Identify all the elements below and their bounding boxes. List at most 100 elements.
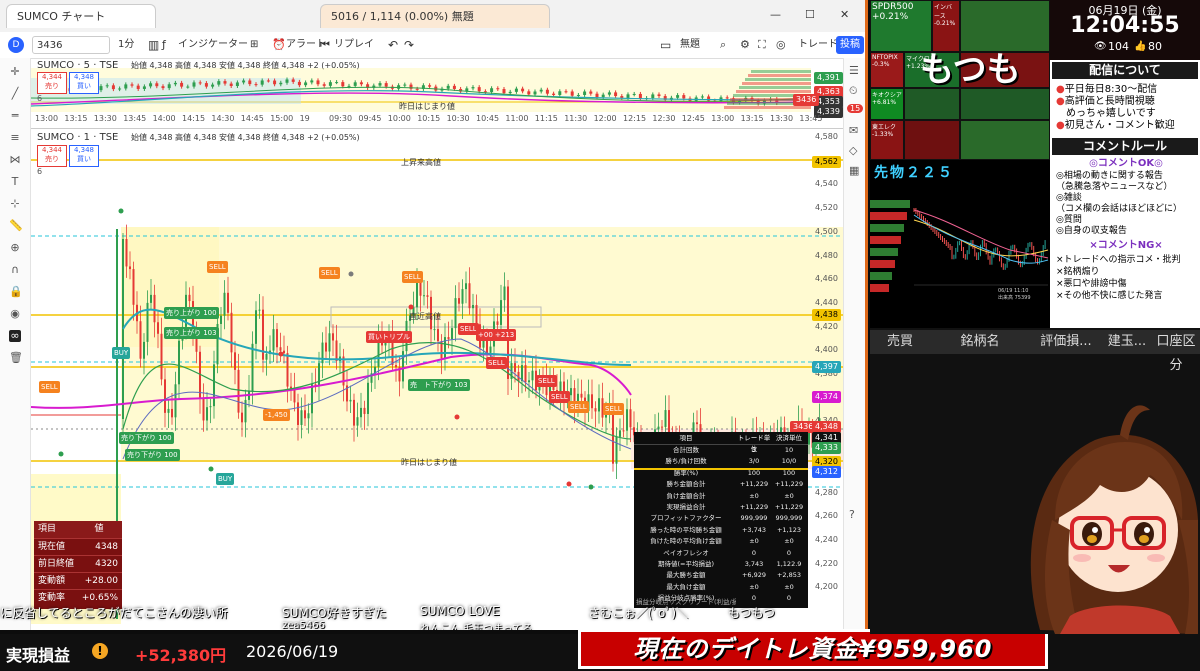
search-icon[interactable]: ⌕ (720, 32, 726, 58)
link-icon[interactable]: ∞ (9, 330, 21, 342)
horizontal-line-icon[interactable]: ═ (9, 110, 21, 122)
chart5-candle (607, 92, 611, 95)
minimize-button[interactable]: — (770, 8, 781, 21)
ng-line: ×その他不快に感じた発言 (1056, 291, 1163, 301)
chart1-candle (213, 364, 215, 407)
chart5-candle (651, 94, 655, 99)
maximize-button[interactable]: ☐ (805, 8, 815, 21)
chart5-time-tick: 19 (299, 114, 310, 123)
chart5-time-tick: 09:45 (358, 114, 382, 123)
chart1-candle (367, 382, 369, 414)
heatmap-cell-name: キオクシア (872, 92, 902, 99)
lock-icon[interactable]: 🔒 (9, 286, 23, 298)
chart1-candle (657, 426, 660, 430)
calendar-icon[interactable]: ▦ (849, 164, 859, 177)
tab-secondary[interactable]: 5016 / 1,114 (0.00%) 無題 (320, 4, 550, 28)
eye-icon[interactable]: ◉ (9, 308, 21, 320)
chart5-candle (471, 87, 475, 89)
positions-header[interactable]: 評価損... (1030, 330, 1103, 354)
trash-icon[interactable]: 🗑 (9, 352, 23, 364)
chart1-ohlc: 始値 4,348 高値 4,348 安値 4,348 終値 4,348 +2 (… (131, 133, 360, 142)
ruler-icon[interactable]: 📏 (9, 220, 23, 232)
chart1-candle (468, 283, 471, 309)
layout-name[interactable]: 無題 (680, 32, 700, 58)
chart1-sell-box[interactable]: 4,344 売り (37, 145, 67, 167)
nikkei-volume-bar (870, 284, 889, 292)
ideas-icon[interactable]: ◇ (849, 144, 857, 157)
chart5-candle (273, 80, 277, 85)
chart1-candle (174, 384, 177, 418)
stats-header-cell: 項目 (679, 434, 693, 442)
positions-header[interactable]: 口座区分 (1152, 330, 1200, 373)
chart5-sell-box[interactable]: 4,344 売り (37, 72, 67, 94)
chat-comment: さむこぉ／(ﾟoﾟ)＼ (588, 606, 689, 620)
chart1-candle (454, 298, 457, 329)
stats-cell: +3,743 (741, 525, 767, 534)
user-avatar[interactable]: D (8, 37, 24, 53)
fib-icon[interactable]: ≡ (9, 132, 21, 144)
chart1-buy-box[interactable]: 4,348 買い (69, 145, 99, 167)
chart5-candle (173, 82, 177, 85)
trendline-icon[interactable]: ╱ (9, 88, 21, 100)
chart5-candle (552, 93, 556, 95)
chart1-candle (171, 408, 173, 418)
stats-cell: 最大勝ち金額 (666, 571, 706, 580)
chart5-time-tick: 13:15 (64, 114, 88, 123)
redo-icon[interactable]: ↷ (404, 32, 414, 58)
templates-icon[interactable]: ⊞ (250, 32, 258, 58)
tab-chart[interactable]: SUMCO チャート (6, 4, 156, 28)
chart-toolbar: D 3436 1分 ▥ ƒ インジケーター ⊞ ⏰ アラート ⏮ リプレイ ↶ … (0, 32, 865, 59)
positions-header[interactable]: 建玉... (1102, 330, 1153, 354)
symbol-search-input[interactable]: 3436 (32, 36, 110, 54)
positions-header[interactable]: 売買 (870, 330, 931, 354)
crosshair-icon[interactable]: ✛ (9, 66, 21, 78)
replay-button[interactable]: リプレイ (334, 32, 374, 58)
chart5-candle (428, 85, 432, 87)
magnet-icon[interactable]: ∩ (9, 264, 21, 276)
heatmap-cell-name: インバース (934, 4, 953, 20)
chart-type-icon[interactable]: ▥ (148, 32, 159, 58)
text-icon[interactable]: T (9, 176, 21, 188)
close-button[interactable]: ✕ (840, 8, 849, 21)
positions-header[interactable]: 銘柄名 (930, 330, 1031, 354)
chart1-candle (696, 422, 698, 425)
chart5-candle (149, 83, 153, 87)
signal-minus: -1,450 (263, 409, 290, 421)
stats-cell: 3/0 (748, 457, 760, 466)
price-table-value: +28.00 (84, 576, 118, 586)
heatmap-cell: キオクシア +6.81% (870, 88, 904, 120)
price-table-row: 変動額 +28.00 (34, 572, 122, 590)
measure-icon[interactable]: ⊹ (9, 198, 21, 210)
alarm-clock-icon[interactable]: ⏲ (849, 84, 858, 98)
pattern-icon[interactable]: ⋈ (9, 154, 21, 166)
heatmap-cell (960, 120, 1050, 160)
chart1-candle (129, 266, 131, 270)
price-tag-high: 4,562 (812, 156, 841, 168)
chart1-candle (531, 370, 534, 381)
signal-up100: 売り上がり 100 (164, 307, 219, 319)
camera-icon[interactable]: ◎ (776, 32, 786, 58)
settings-icon[interactable]: ⚙ (740, 32, 750, 58)
stats-cell: ±0 (784, 582, 794, 591)
interval-dropdown[interactable]: 1分 (118, 32, 134, 58)
zoom-icon[interactable]: ⊕ (9, 242, 21, 254)
chart5-candle (186, 86, 190, 88)
layout-icon[interactable]: ▭ (660, 32, 671, 58)
chart1-candle (363, 407, 366, 414)
fullscreen-icon[interactable]: ⛶ (758, 32, 766, 58)
chart5-time-tick: 10:15 (417, 114, 441, 123)
undo-icon[interactable]: ↶ (388, 32, 398, 58)
chart5-buy-box[interactable]: 4,348 買い (69, 72, 99, 94)
trade-button[interactable]: トレード (798, 32, 838, 58)
help-icon[interactable]: ? (849, 508, 855, 521)
chart1-price-tick: 4,460 (815, 274, 838, 284)
chart5-candle (291, 79, 295, 82)
indicators-button[interactable]: インジケーター (178, 32, 248, 58)
chart5-time-tick: 13:15 (740, 114, 764, 123)
chart5-candle (521, 88, 525, 92)
publish-button[interactable]: 投稿 (836, 36, 864, 54)
watchlist-icon[interactable]: ☰ (849, 64, 859, 77)
chart5-candle (638, 93, 642, 99)
chat-icon[interactable]: ✉ (849, 124, 858, 137)
sell-signal: SELL (549, 391, 570, 403)
